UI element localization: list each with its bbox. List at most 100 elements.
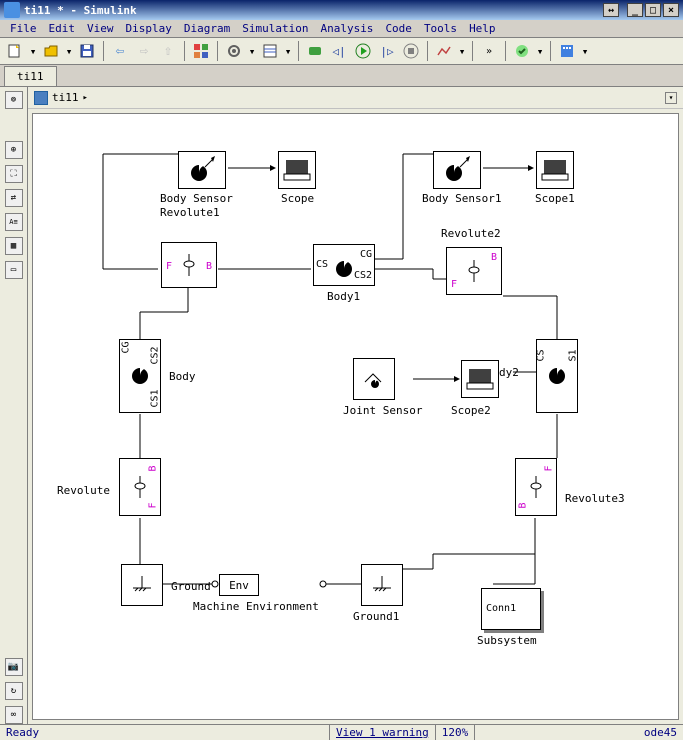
block-ground[interactable] [121, 564, 163, 606]
block-scope1[interactable] [536, 151, 574, 189]
back-button[interactable]: ⇦ [109, 40, 131, 62]
tabbar: ti11 [0, 65, 683, 87]
label-ground: Ground [171, 580, 211, 593]
titlebar: ti11 * - Simulink ↔ _ □ × [0, 0, 683, 20]
sidebar-rect-icon[interactable]: ▭ [5, 261, 23, 279]
port-cs1: CS1 [149, 389, 160, 407]
target-button[interactable] [259, 40, 281, 62]
breadcrumb: ti11 ▸ ▾ [28, 87, 683, 109]
up-button: ⇧ [157, 40, 179, 62]
label-ground1: Ground1 [353, 610, 399, 623]
window-maximize-btn[interactable]: □ [645, 3, 661, 17]
block-body2[interactable]: CS S1 [536, 339, 578, 413]
block-revolute1[interactable]: F B [161, 242, 217, 288]
label-subsystem: Subsystem [477, 634, 537, 647]
block-revolute2[interactable]: F B [446, 247, 502, 295]
port-f: F [543, 465, 554, 471]
label-revolute1: Revolute1 [160, 206, 220, 219]
menu-analysis[interactable]: Analysis [314, 20, 379, 37]
block-revolute3[interactable]: F B [515, 458, 557, 516]
window-close-btn[interactable]: × [663, 3, 679, 17]
label-body-sensor: Body Sensor [160, 192, 233, 205]
breadcrumb-separator-icon: ▸ [83, 93, 88, 103]
sidebar-img-icon[interactable]: ▦ [5, 237, 23, 255]
canvas[interactable]: Body Sensor Scope Body Sensor1 Scope1 Re… [32, 113, 679, 720]
block-body-sensor[interactable] [178, 151, 226, 189]
step-forward-button[interactable]: |▷ [376, 40, 398, 62]
block-ground1[interactable] [361, 564, 403, 606]
label-machine-env: Machine Environment [193, 600, 319, 613]
sidebar-fit-icon[interactable]: ⛶ [5, 165, 23, 183]
menu-simulation[interactable]: Simulation [236, 20, 314, 37]
sidebar-loop-icon[interactable]: ∞ [5, 706, 23, 724]
target-dropdown-icon[interactable]: ▾ [283, 40, 293, 62]
status-ready: Ready [0, 725, 330, 740]
block-body-sensor1[interactable] [433, 151, 481, 189]
block-subsystem[interactable]: Conn1 [481, 588, 541, 630]
config-dropdown-icon[interactable]: ▾ [247, 40, 257, 62]
block-scope2[interactable] [461, 360, 499, 398]
save-button[interactable] [76, 40, 98, 62]
build-dropdown-icon[interactable]: ▾ [580, 40, 590, 62]
port-cs2: CS2 [354, 270, 372, 281]
check-button[interactable] [511, 40, 533, 62]
port-s1: S1 [567, 349, 578, 361]
menu-tools[interactable]: Tools [418, 20, 463, 37]
menu-file[interactable]: File [4, 20, 43, 37]
port-b: B [206, 261, 212, 272]
menu-view[interactable]: View [81, 20, 120, 37]
window-minimize-btn[interactable]: _ [627, 3, 643, 17]
port-cg: CG [360, 249, 372, 260]
plot-button[interactable] [433, 40, 455, 62]
open-dropdown-icon[interactable]: ▾ [64, 40, 74, 62]
block-scope[interactable] [278, 151, 316, 189]
sidebar: ⊚ ⊕ ⛶ ⇄ A≡ ▦ ▭ 📷 ↻ ∞ [0, 87, 28, 724]
more-button[interactable]: » [478, 40, 500, 62]
tab-ti11[interactable]: ti11 [4, 66, 57, 86]
label-body1: Body1 [327, 290, 360, 303]
check-dropdown-icon[interactable]: ▾ [535, 40, 545, 62]
run-button[interactable] [352, 40, 374, 62]
menu-help[interactable]: Help [463, 20, 502, 37]
breadcrumb-model[interactable]: ti11 [52, 91, 79, 104]
step-back-button[interactable]: ◁| [328, 40, 350, 62]
sidebar-scan-icon[interactable]: ⇄ [5, 189, 23, 207]
block-revolute[interactable]: B F [119, 458, 161, 516]
build-button[interactable] [556, 40, 578, 62]
stop-button[interactable] [400, 40, 422, 62]
menu-edit[interactable]: Edit [43, 20, 82, 37]
config-button[interactable] [223, 40, 245, 62]
library-button[interactable] [190, 40, 212, 62]
fast-restart-button[interactable] [304, 40, 326, 62]
label-body2: dy2 [499, 366, 519, 379]
sidebar-annot-icon[interactable]: A≡ [5, 213, 23, 231]
port-b: B [518, 502, 529, 508]
conn-text: Conn1 [486, 603, 516, 614]
port-f: F [451, 279, 457, 290]
sidebar-refresh-icon[interactable]: ↻ [5, 682, 23, 700]
block-joint-sensor[interactable] [353, 358, 395, 400]
window-title: ti11 * - Simulink [24, 4, 137, 17]
sidebar-scope-icon[interactable]: ⊚ [5, 91, 23, 109]
menu-diagram[interactable]: Diagram [178, 20, 236, 37]
block-machine-env[interactable]: Env [219, 574, 259, 596]
sidebar-zoom-icon[interactable]: ⊕ [5, 141, 23, 159]
menubar: File Edit View Display Diagram Simulatio… [0, 20, 683, 38]
block-body1[interactable]: CS CG CS2 [313, 244, 375, 286]
sidebar-camera-icon[interactable]: 📷 [5, 658, 23, 676]
model-icon[interactable] [34, 91, 48, 105]
window-maximize-h-icon[interactable]: ↔ [603, 3, 619, 17]
open-button[interactable] [40, 40, 62, 62]
block-body[interactable]: CG CS2 CS1 [119, 339, 161, 413]
simulink-icon [4, 2, 20, 18]
label-joint-sensor: Joint Sensor [343, 404, 422, 417]
breadcrumb-dropdown-icon[interactable]: ▾ [665, 92, 677, 104]
plot-dropdown-icon[interactable]: ▾ [457, 40, 467, 62]
menu-code[interactable]: Code [379, 20, 418, 37]
label-revolute: Revolute [57, 484, 110, 497]
menu-display[interactable]: Display [120, 20, 178, 37]
status-warning[interactable]: View 1 warning [330, 725, 436, 740]
port-b: B [491, 252, 497, 263]
new-button[interactable] [4, 40, 26, 62]
new-dropdown-icon[interactable]: ▾ [28, 40, 38, 62]
